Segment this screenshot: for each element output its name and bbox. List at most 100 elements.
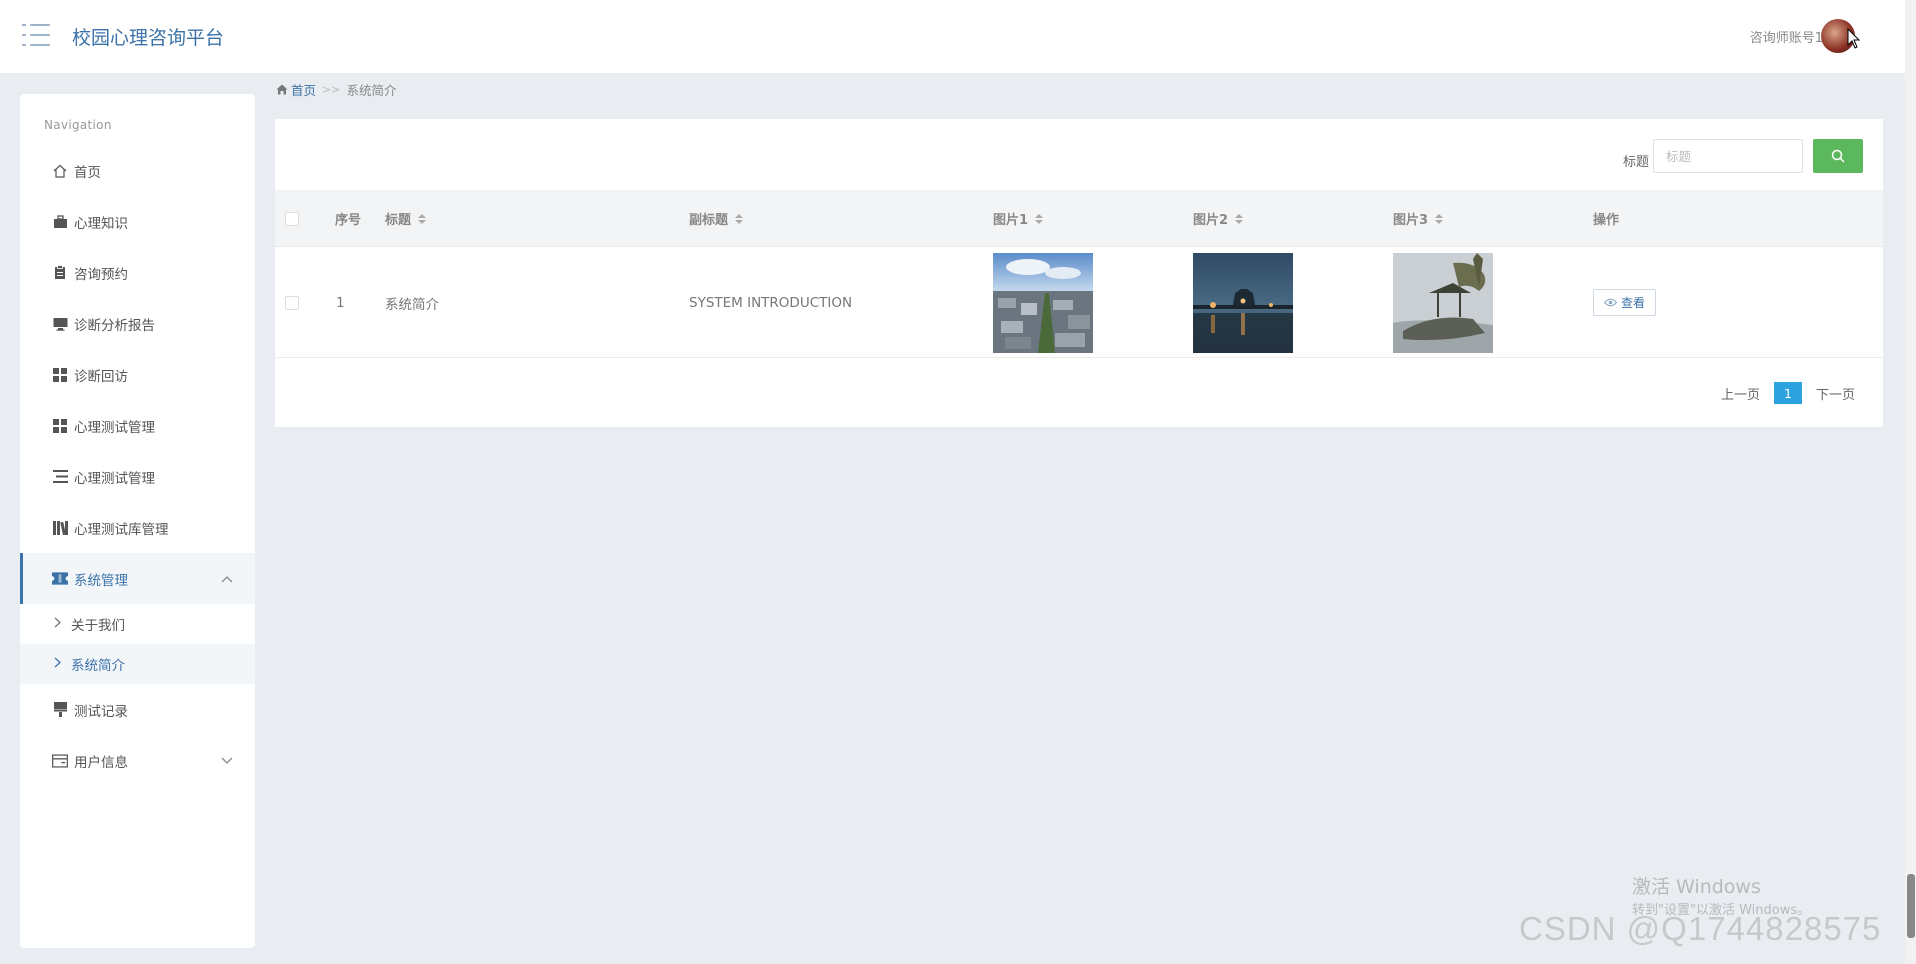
- chevron-right-icon: [54, 657, 61, 671]
- table-row: 1 系统简介 SYSTEM INTRODUCTION 查看: [275, 247, 1883, 358]
- chevron-right-icon: [54, 617, 61, 631]
- column-header-image2[interactable]: 图片2: [1193, 190, 1244, 247]
- column-header-index: 序号: [335, 190, 361, 247]
- sidebar-item-system-management[interactable]: 系统管理: [20, 553, 255, 604]
- sort-icon[interactable]: [1035, 213, 1044, 224]
- monitor-icon: [52, 316, 68, 332]
- sidebar-item-test-management[interactable]: 心理测试管理: [20, 400, 255, 451]
- submenu-item-label: 关于我们: [71, 618, 125, 634]
- cell-index: 1: [336, 294, 345, 311]
- search-button[interactable]: [1813, 139, 1863, 173]
- select-all-checkbox[interactable]: [285, 211, 299, 226]
- column-header-label: 图片3: [1393, 213, 1429, 228]
- sidebar-item-test-library[interactable]: 心理测试库管理: [20, 502, 255, 553]
- sidebar-item-label: 诊断分析报告: [74, 317, 155, 334]
- scrollbar-thumb[interactable]: [1907, 874, 1915, 938]
- column-header-label: 标题: [385, 213, 412, 228]
- sidebar-item-label: 心理测试管理: [74, 419, 155, 436]
- sort-icon[interactable]: [735, 213, 744, 224]
- page-number-current[interactable]: 1: [1773, 382, 1802, 404]
- column-header-subtitle[interactable]: 副标题: [689, 190, 744, 247]
- column-header-actions: 操作: [1593, 190, 1619, 247]
- stamp-icon: [52, 702, 68, 718]
- image1-thumbnail[interactable]: [993, 252, 1093, 353]
- sidebar-item-appointment[interactable]: 咨询预约: [20, 247, 255, 298]
- grid-icon: [52, 418, 68, 434]
- column-header-label: 副标题: [689, 213, 729, 228]
- image2-thumbnail[interactable]: [1193, 252, 1293, 353]
- sidebar-item-label: 心理测试管理: [74, 470, 155, 487]
- cell-subtitle: SYSTEM INTRODUCTION: [689, 294, 853, 311]
- table-header: 序号 标题 副标题 图片1 图片2 图片3 操作: [275, 190, 1883, 247]
- app-title: 校园心理咨询平台: [72, 27, 225, 49]
- submenu-item-about-us[interactable]: 关于我们: [20, 604, 255, 644]
- windows-activation-title: 激活 Windows: [1632, 876, 1761, 898]
- grid-icon: [52, 367, 68, 383]
- sidebar-item-label: 测试记录: [74, 703, 128, 720]
- eye-icon: [1604, 298, 1617, 307]
- sort-icon[interactable]: [1235, 213, 1244, 224]
- column-header-label: 图片2: [1193, 213, 1229, 228]
- account-name[interactable]: 咨询师账号1: [1750, 27, 1823, 46]
- briefcase-icon: [52, 214, 68, 230]
- view-button[interactable]: 查看: [1593, 289, 1657, 316]
- sort-icon[interactable]: [418, 213, 427, 224]
- search-label: 标题: [1622, 155, 1649, 170]
- sidebar-item-home[interactable]: 首页: [20, 145, 255, 196]
- column-header-label: 序号: [335, 213, 362, 228]
- clipboard-icon: [52, 265, 68, 281]
- column-header-title[interactable]: 标题: [385, 190, 427, 247]
- sidebar-item-label: 心理知识: [74, 215, 128, 232]
- cell-image3: [1393, 247, 1493, 358]
- breadcrumb-separator: >>: [322, 83, 341, 96]
- sidebar-item-test-records[interactable]: 测试记录: [20, 684, 255, 735]
- mouse-cursor-icon: [1847, 28, 1861, 49]
- cell-image1: [993, 247, 1093, 358]
- submenu-item-label: 系统简介: [71, 658, 125, 674]
- pagination: 上一页 1 下一页: [1721, 382, 1855, 404]
- content-panel: 标题 序号 标题 副标题 图片1 图片2 图片3: [275, 119, 1883, 427]
- breadcrumb: 首页 >> 系统简介: [276, 80, 396, 99]
- csdn-watermark: CSDN @Q1744828575: [1519, 910, 1882, 947]
- home-icon: [52, 163, 68, 179]
- next-page-button[interactable]: 下一页: [1816, 384, 1855, 403]
- column-header-image1[interactable]: 图片1: [993, 190, 1044, 247]
- sort-icon[interactable]: [1435, 213, 1444, 224]
- breadcrumb-home[interactable]: 首页: [276, 80, 316, 99]
- card-icon: [52, 753, 68, 769]
- prev-page-button[interactable]: 上一页: [1721, 384, 1760, 403]
- column-header-image3[interactable]: 图片3: [1393, 190, 1444, 247]
- view-button-label: 查看: [1621, 296, 1646, 310]
- row-checkbox[interactable]: [285, 295, 299, 310]
- sidebar-item-label: 系统管理: [74, 572, 128, 589]
- chevron-up-icon: [221, 572, 233, 586]
- sidebar-item-label: 咨询预约: [74, 266, 128, 283]
- submenu-item-system-intro[interactable]: 系统简介: [20, 644, 255, 684]
- cell-actions: 查看: [1593, 247, 1657, 358]
- menu-toggle-icon[interactable]: [22, 24, 50, 46]
- breadcrumb-current: 系统简介: [346, 83, 397, 98]
- top-header: 校园心理咨询平台 咨询师账号1: [0, 0, 1905, 73]
- row-select-cell: [285, 247, 299, 358]
- nav-list: 首页 心理知识 咨询预约 诊断分析报告 诊断回访 心理测试管理 心理测试管理 心…: [20, 145, 255, 786]
- sidebar-item-diagnosis-report[interactable]: 诊断分析报告: [20, 298, 255, 349]
- sidebar-item-test-management-2[interactable]: 心理测试管理: [20, 451, 255, 502]
- sidebar-item-knowledge[interactable]: 心理知识: [20, 196, 255, 247]
- page-scrollbar[interactable]: [1905, 0, 1916, 964]
- sidebar-item-label: 心理测试库管理: [74, 521, 169, 538]
- list-icon: [52, 469, 68, 485]
- sidebar-item-label: 用户信息: [74, 754, 128, 771]
- chevron-down-icon: [221, 754, 233, 768]
- ticket-icon: [52, 571, 68, 587]
- books-icon: [52, 520, 68, 536]
- search-input[interactable]: [1653, 139, 1803, 173]
- image3-thumbnail[interactable]: [1393, 252, 1493, 353]
- sidebar-item-label: 诊断回访: [74, 368, 128, 385]
- column-header-label: 操作: [1593, 213, 1620, 228]
- nav-heading: Navigation: [44, 118, 112, 132]
- sidebar-item-follow-up[interactable]: 诊断回访: [20, 349, 255, 400]
- sidebar: Navigation 首页 心理知识 咨询预约 诊断分析报告 诊断回访 心理测试…: [20, 94, 255, 948]
- sidebar-item-user-info[interactable]: 用户信息: [20, 735, 255, 786]
- column-header-label: 图片1: [993, 213, 1029, 228]
- cell-image2: [1193, 247, 1293, 358]
